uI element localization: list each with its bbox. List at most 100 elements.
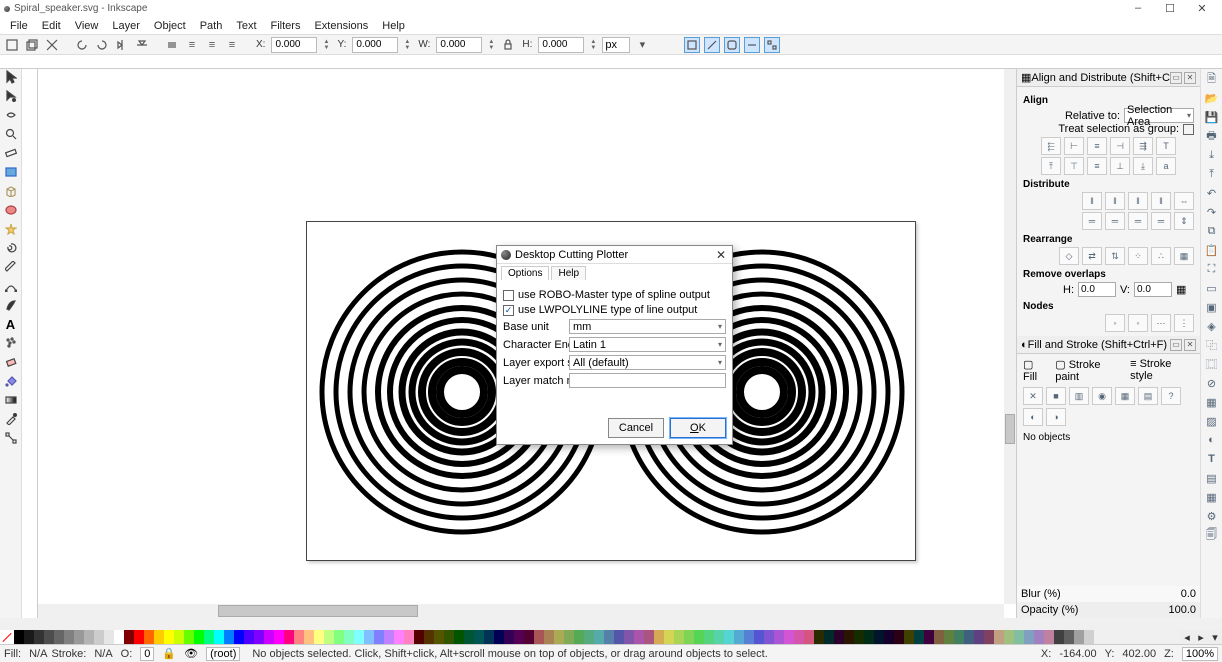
color-swatch[interactable] — [284, 630, 294, 644]
text-tool-icon[interactable]: A — [3, 316, 19, 332]
dropper-tool-icon[interactable] — [3, 411, 19, 427]
panel-close-icon[interactable]: ✕ — [1184, 72, 1196, 84]
dist-gap-h-icon[interactable]: ‖ — [1151, 192, 1171, 210]
color-swatch[interactable] — [1064, 630, 1074, 644]
text-font-icon[interactable]: T — [1204, 451, 1220, 467]
zoom-page-icon[interactable]: ▭ — [1204, 280, 1220, 296]
flip-v-icon[interactable] — [134, 37, 150, 53]
fill-stroke-icon[interactable]: ◐ — [1204, 432, 1220, 448]
duplicate-icon[interactable]: ⿻ — [1204, 337, 1220, 353]
layer-export-select[interactable]: All (default)▾ — [569, 355, 726, 370]
prefs-icon[interactable]: ⚙ — [1204, 508, 1220, 524]
color-swatch[interactable] — [214, 630, 224, 644]
lower-icon[interactable]: ≡ — [204, 37, 220, 53]
calligraphy-tool-icon[interactable] — [3, 297, 19, 313]
color-swatch[interactable] — [734, 630, 744, 644]
color-swatch[interactable] — [204, 630, 214, 644]
3dbox-tool-icon[interactable] — [3, 183, 19, 199]
color-swatch[interactable] — [944, 630, 954, 644]
color-swatch[interactable] — [464, 630, 474, 644]
color-swatch[interactable] — [1044, 630, 1054, 644]
color-swatch[interactable] — [1004, 630, 1014, 644]
align-right-icon[interactable]: ⊣ — [1110, 137, 1130, 155]
text-align-icon[interactable]: T — [1156, 137, 1176, 155]
group-icon[interactable]: ▦ — [1204, 394, 1220, 410]
panel-close-icon-2[interactable]: ✕ — [1184, 339, 1196, 351]
dist-center-h-icon[interactable]: ‖ — [1105, 192, 1125, 210]
color-swatch[interactable] — [714, 630, 724, 644]
selector-tool-icon[interactable] — [3, 69, 19, 85]
copy-icon[interactable]: ⧉ — [1204, 223, 1220, 239]
exchange-pos-icon[interactable]: ⇄ — [1082, 247, 1102, 265]
w-spin[interactable]: ▲▼ — [486, 37, 496, 53]
unlink-icon[interactable]: ⊘ — [1204, 375, 1220, 391]
color-swatch[interactable] — [484, 630, 494, 644]
color-swatch[interactable] — [344, 630, 354, 644]
fill-tab[interactable]: ▢ Fill — [1023, 358, 1049, 383]
node-align-h-icon[interactable]: ◦ — [1105, 314, 1125, 332]
fill-pattern-icon[interactable]: ▦ — [1115, 387, 1135, 405]
layer-select[interactable]: (root) — [206, 647, 240, 661]
color-swatch[interactable] — [804, 630, 814, 644]
color-swatch[interactable] — [134, 630, 144, 644]
overlap-v-input[interactable]: 0.0 — [1134, 282, 1172, 297]
open-icon[interactable]: 📂 — [1204, 90, 1220, 106]
color-swatch[interactable] — [1024, 630, 1034, 644]
paste-icon[interactable]: 📋 — [1204, 242, 1220, 258]
color-swatch[interactable] — [914, 630, 924, 644]
connector-tool-icon[interactable] — [3, 430, 19, 446]
color-swatch[interactable] — [694, 630, 704, 644]
menu-file[interactable]: File — [4, 18, 34, 34]
color-swatch[interactable] — [674, 630, 684, 644]
color-swatch[interactable] — [604, 630, 614, 644]
align-left-edge-icon[interactable]: ⬱ — [1041, 137, 1061, 155]
color-swatch[interactable] — [634, 630, 644, 644]
align-left-icon[interactable]: ⊢ — [1064, 137, 1084, 155]
fill-linear-icon[interactable]: ▥ — [1069, 387, 1089, 405]
color-swatch[interactable] — [1014, 630, 1024, 644]
new-doc-icon[interactable]: 🗎 — [1204, 71, 1220, 87]
color-swatch[interactable] — [614, 630, 624, 644]
color-swatch[interactable] — [454, 630, 464, 644]
baseunit-select[interactable]: mm▾ — [569, 319, 726, 334]
color-none[interactable] — [0, 630, 14, 644]
color-swatch[interactable] — [1054, 630, 1064, 644]
color-swatch[interactable] — [984, 630, 994, 644]
panel-min-icon-2[interactable]: ▭ — [1170, 339, 1182, 351]
graph-icon[interactable]: ◇ — [1059, 247, 1079, 265]
color-swatch[interactable] — [94, 630, 104, 644]
h-input[interactable]: 0.000 — [538, 37, 584, 53]
palette-scroll-left-icon[interactable]: ◂ — [1180, 630, 1194, 644]
layer-lock-icon[interactable]: 🔒 — [162, 647, 176, 660]
color-swatch[interactable] — [584, 630, 594, 644]
color-swatch[interactable] — [664, 630, 674, 644]
align-dist-icon[interactable]: ▦ — [1204, 489, 1220, 505]
color-swatch[interactable] — [184, 630, 194, 644]
affect-gradient-icon[interactable] — [744, 37, 760, 53]
dialog-close-icon[interactable]: ✕ — [714, 248, 728, 262]
color-swatch[interactable] — [474, 630, 484, 644]
select-all-icon[interactable] — [4, 37, 20, 53]
menu-object[interactable]: Object — [148, 18, 192, 34]
color-swatch[interactable] — [964, 630, 974, 644]
affect-pattern-icon[interactable] — [764, 37, 780, 53]
color-swatch[interactable] — [244, 630, 254, 644]
node-dist-v-icon[interactable]: ⋮ — [1174, 314, 1194, 332]
exchange-z-icon[interactable]: ⇅ — [1105, 247, 1125, 265]
gradient-tool-icon[interactable] — [3, 392, 19, 408]
color-swatch[interactable] — [814, 630, 824, 644]
node-align-v-icon[interactable]: ◦ — [1128, 314, 1148, 332]
stroke-value[interactable]: N/A — [94, 648, 112, 660]
dist-right-icon[interactable]: ‖ — [1128, 192, 1148, 210]
color-swatch[interactable] — [324, 630, 334, 644]
dist-center-v-icon[interactable]: ═ — [1105, 212, 1125, 230]
color-swatch[interactable] — [924, 630, 934, 644]
x-spin[interactable]: ▲▼ — [321, 37, 331, 53]
vertical-scrollbar[interactable] — [1004, 69, 1016, 604]
zoom-drawing-icon[interactable]: ▣ — [1204, 299, 1220, 315]
layer-visible-icon[interactable]: 👁 — [184, 647, 198, 660]
panel-min-icon[interactable]: ▭ — [1170, 72, 1182, 84]
color-swatch[interactable] — [424, 630, 434, 644]
align-top-icon[interactable]: ⊤ — [1064, 157, 1084, 175]
menu-filters[interactable]: Filters — [265, 18, 307, 34]
